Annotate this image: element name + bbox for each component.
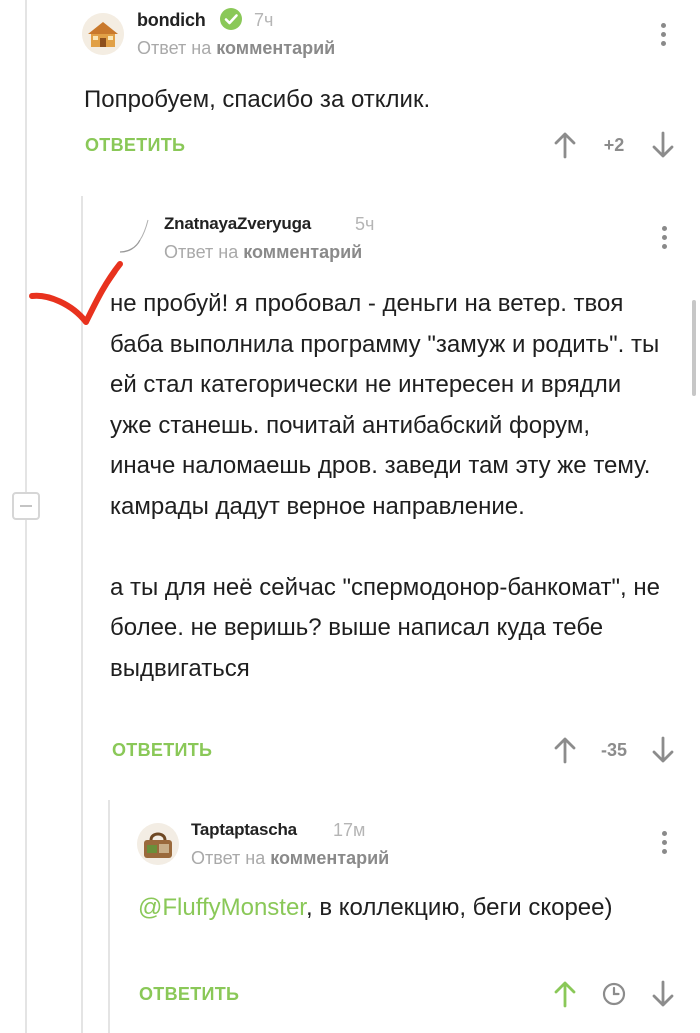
reply-to-link[interactable]: комментарий	[270, 848, 389, 868]
comment-rating: -35	[600, 740, 627, 760]
upvote-arrow-icon[interactable]	[553, 980, 577, 1008]
comment-time: 7ч	[254, 10, 274, 30]
reply-button[interactable]: ОТВЕТИТЬ	[85, 135, 185, 156]
upvote-arrow-icon[interactable]	[553, 736, 577, 764]
comment-body: Попробуем, спасибо за отклик.	[84, 80, 644, 121]
house-avatar-icon	[82, 13, 124, 55]
more-options-icon[interactable]	[660, 226, 668, 249]
collapse-thread-button[interactable]	[12, 492, 40, 520]
reply-to-meta: Ответ на комментарий	[137, 38, 335, 59]
comment-body: @FluffyMonster, в коллекцию, беги скорее…	[138, 888, 638, 929]
comment-rating: +2	[603, 135, 625, 155]
avatar[interactable]	[82, 13, 124, 55]
clock-icon	[602, 982, 626, 1006]
reply-button[interactable]: ОТВЕТИТЬ	[112, 740, 212, 761]
comment-body: не пробуй! я пробовал - деньги на ветер.…	[110, 284, 662, 689]
scrollbar-thumb[interactable]	[692, 300, 696, 396]
comment-time: 5ч	[355, 214, 375, 234]
bag-avatar-icon	[137, 823, 179, 865]
upvote-arrow-icon[interactable]	[553, 131, 577, 159]
comment-paragraph: не пробуй! я пробовал - деньги на ветер.…	[110, 290, 660, 520]
reply-to-meta: Ответ на комментарий	[164, 242, 362, 263]
comment-time: 17м	[333, 820, 366, 840]
reply-to-link[interactable]: комментарий	[216, 38, 335, 58]
avatar[interactable]	[137, 823, 179, 865]
reply-to-prefix: Ответ на	[137, 38, 212, 58]
reply-to-meta: Ответ на комментарий	[191, 848, 389, 869]
reply-to-link[interactable]: комментарий	[243, 242, 362, 262]
red-checkmark-annotation	[29, 261, 123, 325]
user-mention-link[interactable]: @FluffyMonster	[138, 894, 306, 921]
username[interactable]: Taptaptascha	[191, 820, 297, 840]
more-options-icon[interactable]	[659, 23, 667, 46]
downvote-arrow-icon[interactable]	[651, 131, 675, 159]
verified-check-icon	[220, 8, 242, 30]
minus-icon	[20, 505, 32, 507]
reply-to-prefix: Ответ на	[191, 848, 266, 868]
username[interactable]: ZnatnayaZveryuga	[164, 214, 311, 234]
comment-paragraph: Попробуем, спасибо за отклик.	[84, 86, 431, 113]
sketch-avatar-icon[interactable]	[110, 208, 156, 258]
comment-text: , в коллекцию, беги скорее)	[305, 894, 613, 921]
thread-line-level-2	[108, 800, 110, 1033]
reply-button[interactable]: ОТВЕТИТЬ	[139, 984, 239, 1005]
scrollbar[interactable]	[690, 0, 700, 1033]
username[interactable]: bondich	[137, 10, 206, 31]
more-options-icon[interactable]	[660, 831, 668, 854]
downvote-arrow-icon[interactable]	[651, 736, 675, 764]
downvote-arrow-icon[interactable]	[651, 980, 675, 1008]
reply-to-prefix: Ответ на	[164, 242, 239, 262]
comment-paragraph: а ты для неё сейчас "спермодонор-банкома…	[110, 573, 660, 682]
